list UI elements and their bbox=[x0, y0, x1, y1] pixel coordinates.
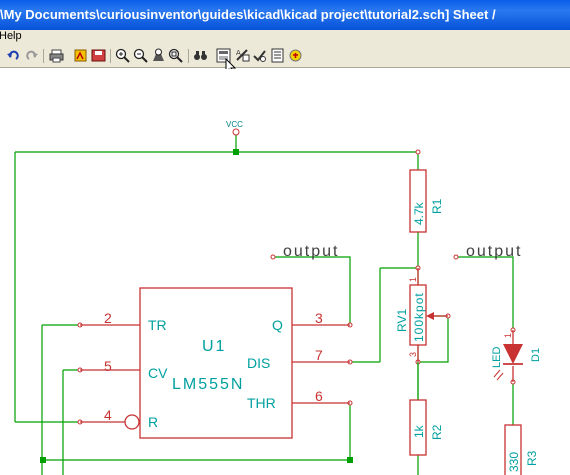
window-title-bar: \My Documents\curiousinventor\guides\kic… bbox=[0, 0, 570, 30]
reset-inversion-bubble bbox=[124, 414, 140, 430]
output-label-right: output bbox=[466, 243, 522, 260]
rv1-pin1: 1 bbox=[408, 277, 418, 282]
r1-resistor[interactable]: 4.7k R1 bbox=[409, 169, 444, 233]
footprint-icon[interactable] bbox=[288, 48, 303, 63]
svg-text:A: A bbox=[236, 49, 241, 57]
d1-value: LED bbox=[491, 347, 503, 368]
r3-resistor[interactable]: 330 R3 bbox=[504, 424, 539, 475]
r2-value: 1k bbox=[412, 424, 426, 438]
junction-thr bbox=[347, 457, 353, 463]
annotate-icon[interactable]: A bbox=[235, 48, 250, 63]
zoom-in-icon[interactable] bbox=[115, 48, 130, 63]
vcc-label: VCC bbox=[226, 120, 243, 129]
wires bbox=[14, 135, 514, 475]
r2-ref: R2 bbox=[430, 424, 444, 440]
pin-cv-number: 5 bbox=[104, 358, 112, 374]
pin-q-name: Q bbox=[272, 317, 283, 333]
erc-icon[interactable] bbox=[252, 48, 267, 63]
rv1-ref: RV1 bbox=[395, 309, 409, 332]
vcc-power-symbol: VCC bbox=[226, 120, 243, 136]
window-title: \My Documents\curiousinventor\guides\kic… bbox=[0, 7, 496, 22]
d1-pin1: 1 bbox=[503, 333, 513, 338]
schematic-canvas[interactable]: VCC output output U1 LM555N 2 TR 5 CV 4 … bbox=[0, 69, 570, 475]
rv1-pin3: 3 bbox=[408, 352, 418, 357]
d1-led[interactable]: LED D1 1 bbox=[491, 330, 542, 382]
junctions bbox=[40, 149, 353, 463]
pin-dis-name: DIS bbox=[247, 355, 270, 371]
toolbar: A bbox=[0, 44, 570, 68]
pin-cv-name: CV bbox=[148, 365, 168, 381]
wire-thr bbox=[42, 403, 351, 461]
junction-bottom-left bbox=[40, 457, 46, 463]
redo-icon[interactable] bbox=[24, 48, 39, 63]
r2-resistor[interactable]: 1k R2 bbox=[409, 362, 444, 456]
zoom-out-icon[interactable] bbox=[133, 48, 148, 63]
zoom-fit-icon[interactable] bbox=[168, 48, 183, 63]
u1-value: LM555N bbox=[172, 376, 244, 393]
d1-ref: D1 bbox=[530, 348, 542, 362]
rv1-value: 100kpot bbox=[412, 292, 426, 342]
pin-tr-name: TR bbox=[148, 317, 167, 333]
print-icon[interactable] bbox=[49, 48, 64, 63]
bom-icon[interactable] bbox=[270, 48, 285, 63]
wire-output-left bbox=[273, 256, 351, 325]
zoom-redraw-icon[interactable] bbox=[151, 48, 166, 63]
pin-r-number: 4 bbox=[104, 407, 112, 423]
u1-ref: U1 bbox=[202, 338, 226, 355]
menu-bar: Help bbox=[0, 30, 570, 44]
r1-ref: R1 bbox=[430, 198, 444, 214]
pin-dis-number: 7 bbox=[315, 347, 323, 363]
output-label-left: output bbox=[283, 243, 339, 260]
pin-tr-number: 2 bbox=[104, 310, 112, 326]
u1-lm555[interactable]: U1 LM555N 2 TR 5 CV 4 R 3 Q 7 DIS 6 THR bbox=[80, 287, 350, 439]
junction-vcc bbox=[233, 149, 239, 155]
undo-icon[interactable] bbox=[6, 48, 21, 63]
pin-r-name: R bbox=[148, 414, 158, 430]
r1-value: 4.7k bbox=[412, 201, 426, 225]
save-icon[interactable] bbox=[91, 48, 106, 63]
pin-q-number: 3 bbox=[315, 310, 323, 326]
pin-thr-name: THR bbox=[247, 395, 276, 411]
find-icon[interactable] bbox=[193, 48, 208, 63]
pin-thr-number: 6 bbox=[315, 388, 323, 404]
r3-value: 330 bbox=[507, 452, 521, 472]
plot-icon[interactable] bbox=[73, 48, 88, 63]
rv1-potentiometer[interactable]: 100kpot RV1 1 3 bbox=[395, 268, 448, 362]
pin-ends bbox=[77, 149, 516, 425]
r3-ref: R3 bbox=[525, 450, 539, 466]
menu-item-help[interactable]: Help bbox=[0, 30, 22, 42]
wire-output-right bbox=[456, 256, 514, 330]
